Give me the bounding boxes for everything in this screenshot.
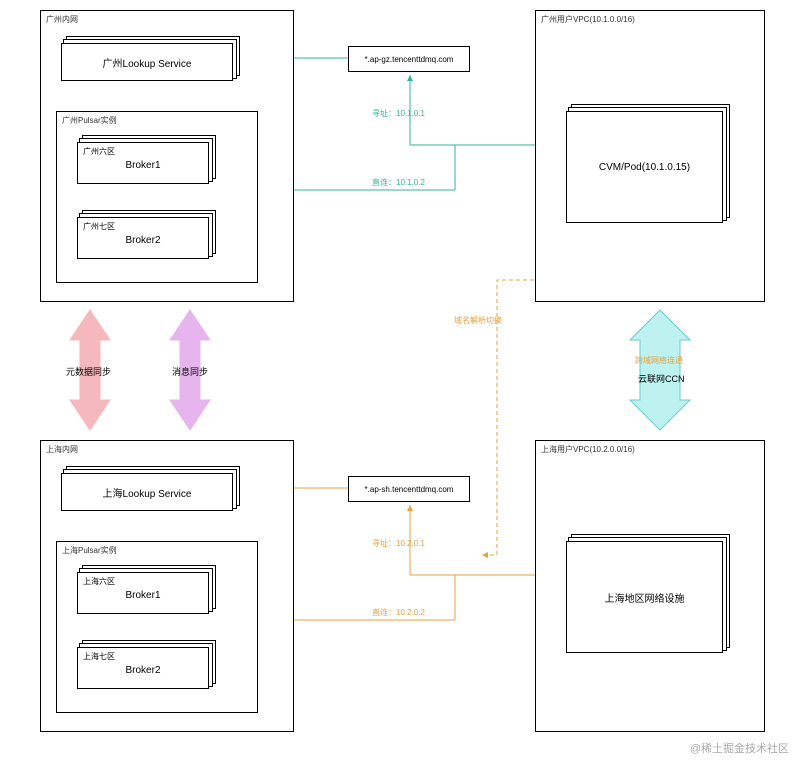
sh-zone2-label: 上海七区 [83,651,115,662]
sh-domain-text: *.ap-sh.tencenttdmq.com [365,485,454,494]
sh-broker2-text: Broker2 [125,665,160,676]
sh-intranet-container: 上海内网 上海Lookup Service 上海Pulsar实例 上海六区 Br… [40,440,294,732]
sh-facility: 上海地区网络设施 [566,541,723,653]
gz-domain-box: *.ap-gz.tencenttdmq.com [348,46,470,72]
gz-lookup-addr-label: 寻址：10.1.0.1 [372,108,425,119]
gz-broker2: 广州七区 Broker2 [77,217,209,259]
gz-intranet-label: 广州内网 [46,14,78,25]
gz-zone1-label: 广州六区 [83,146,115,157]
sh-domain-box: *.ap-sh.tencenttdmq.com [348,476,470,502]
meta-sync-label: 元数据同步 [66,365,111,378]
gz-broker1: 广州六区 Broker1 [77,142,209,184]
sh-broker1-text: Broker1 [125,590,160,601]
cross-region-label: 跨域网络连通 [635,355,683,366]
gz-cvm: CVM/Pod(10.1.0.15) [566,111,723,223]
gz-lookup-text: 广州Lookup Service [103,55,192,70]
msg-sync-label: 消息同步 [172,365,208,378]
gz-domain-text: *.ap-gz.tencenttdmq.com [365,55,454,64]
sh-vpc-label: 上海用户VPC(10.2.0.0/16) [541,444,635,455]
watermark: @稀土掘金技术社区 [690,740,789,756]
gz-broker2-text: Broker2 [125,235,160,246]
gz-broker1-text: Broker1 [125,160,160,171]
gz-intranet-container: 广州内网 广州Lookup Service 广州Pulsar实例 广州六区 Br… [40,10,294,302]
sh-lookup-service: 上海Lookup Service [61,473,233,511]
gz-pulsar-container: 广州Pulsar实例 广州六区 Broker1 广州七区 Broker2 [56,111,258,283]
sh-lookup-text: 上海Lookup Service [103,485,192,500]
ccn-label: 云联网CCN [638,372,685,385]
gz-vpc-container: 广州用户VPC(10.1.0.0/16) CVM/Pod(10.1.0.15) [535,10,765,302]
sh-lookup-addr-label: 寻址：10.2.0.1 [372,538,425,549]
sh-zone1-label: 上海六区 [83,576,115,587]
gz-pulsar-label: 广州Pulsar实例 [62,115,117,126]
gz-direct-addr-label: 直连：10.1.0.2 [372,177,425,188]
sh-broker2: 上海七区 Broker2 [77,647,209,689]
gz-lookup-service: 广州Lookup Service [61,43,233,81]
sh-vpc-container: 上海用户VPC(10.2.0.0/16) 上海地区网络设施 [535,440,765,732]
dns-switch-label: 域名解析切换 [454,315,502,326]
gz-zone2-label: 广州七区 [83,221,115,232]
sh-broker1: 上海六区 Broker1 [77,572,209,614]
sh-intranet-label: 上海内网 [46,444,78,455]
sh-facility-text: 上海地区网络设施 [605,590,685,605]
gz-cvm-text: CVM/Pod(10.1.0.15) [599,162,690,173]
sh-pulsar-container: 上海Pulsar实例 上海六区 Broker1 上海七区 Broker2 [56,541,258,713]
gz-vpc-label: 广州用户VPC(10.1.0.0/16) [541,14,635,25]
sh-pulsar-label: 上海Pulsar实例 [62,545,117,556]
sh-direct-addr-label: 直连：10.2.0.2 [372,607,425,618]
